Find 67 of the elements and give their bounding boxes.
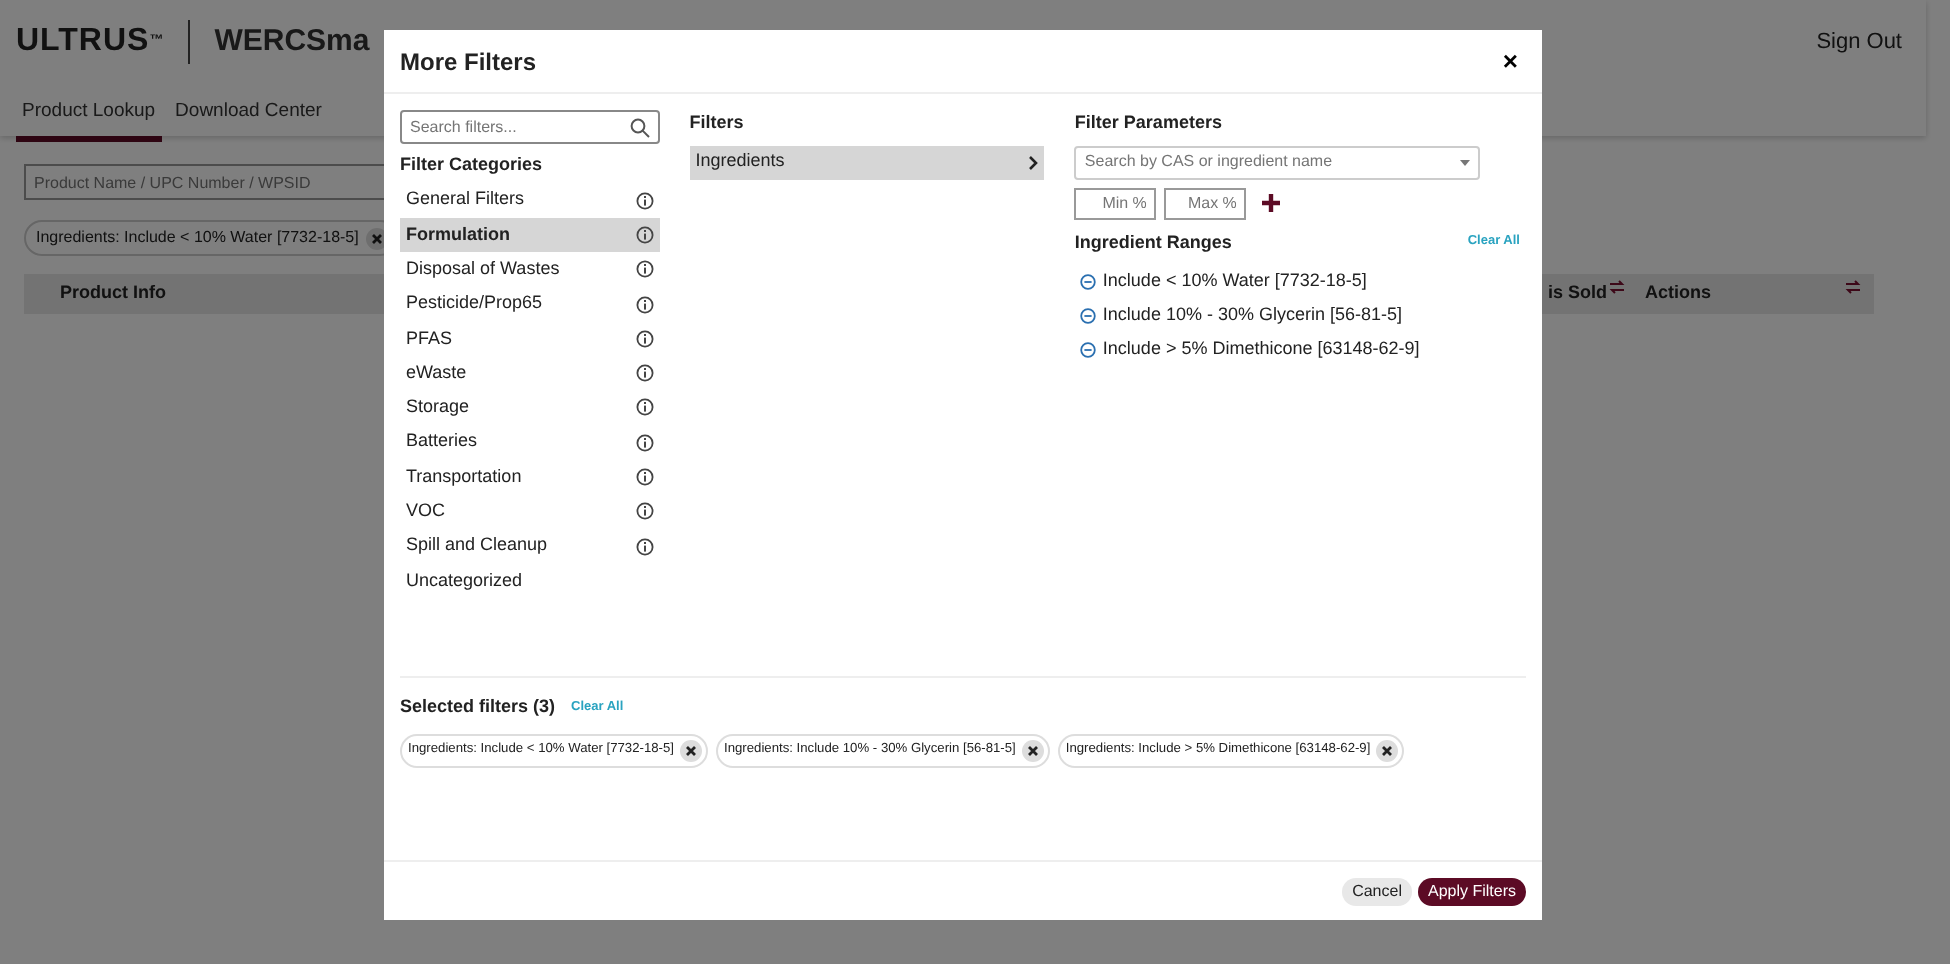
section-heading: Selected filters (3) [400, 694, 556, 720]
info-icon [635, 364, 654, 383]
category-item[interactable]: VOC [400, 494, 660, 529]
range-label: Include 10% - 30% Glycerin [56-81-5] [1102, 301, 1402, 328]
section-heading: Filters [689, 110, 746, 136]
info-icon [635, 433, 654, 452]
info-icon [635, 537, 654, 556]
column-header: Actions [1645, 280, 1712, 307]
info-icon [635, 502, 654, 521]
nav-tab[interactable]: Product Lookup [16, 90, 162, 143]
close-button[interactable]: × [1494, 48, 1526, 74]
search-icon [629, 117, 650, 137]
logo: ULTRUS$^{™}$ [16, 22, 165, 62]
close-icon [686, 745, 696, 755]
column-header: Product Info [60, 280, 166, 307]
search-field[interactable]: Search filters... [410, 115, 630, 139]
sort-arrows-icon [1607, 280, 1626, 295]
column-header[interactable]: is Sold [1548, 280, 1608, 308]
min-percent-field[interactable]: Min % [1074, 187, 1157, 219]
minus-circle-icon[interactable] [1080, 273, 1097, 289]
info-icon [635, 329, 654, 348]
ingredient-select[interactable]: Search by CAS or ingredient name [1074, 145, 1481, 179]
info-icon [635, 295, 654, 314]
search-box[interactable]: Search filters... [400, 110, 660, 144]
dialog-title: More Filters [400, 45, 537, 79]
section-heading: Ingredient Ranges [1074, 229, 1232, 256]
close-icon [1382, 745, 1393, 755]
remove-button[interactable] [680, 739, 702, 761]
category-item[interactable]: Uncategorized [400, 563, 660, 599]
max-percent-field[interactable]: Max % [1164, 187, 1247, 219]
category-item[interactable]: Transportation [400, 459, 660, 495]
remove-button[interactable] [1021, 739, 1044, 761]
minus-circle-icon[interactable] [1080, 341, 1097, 357]
info-icon [635, 468, 654, 487]
app-title: WERCSma [214, 21, 370, 62]
category-item[interactable]: eWaste [400, 355, 660, 391]
filter-item[interactable]: Ingredients [689, 145, 1045, 179]
category-item[interactable]: Pesticide/Prop65 [400, 286, 660, 322]
info-icon [635, 260, 654, 279]
category-item[interactable]: General Filters [400, 183, 660, 218]
info-icon [635, 398, 654, 417]
category-item[interactable]: PFAS [400, 321, 660, 356]
range-label: Include > 5% Dimethicone [63148-62-9] [1102, 335, 1420, 362]
info-icon [635, 191, 654, 210]
remove-button[interactable] [1376, 739, 1399, 761]
minus-circle-icon[interactable] [1080, 307, 1097, 323]
chevron-right-icon [1028, 155, 1039, 169]
apply-button[interactable]: Apply Filters [1417, 877, 1526, 905]
category-item[interactable]: Formulation [400, 217, 660, 253]
info-icon [635, 225, 654, 244]
category-item[interactable]: Batteries [400, 425, 660, 460]
section-heading: Filter Parameters [1074, 110, 1224, 136]
category-item[interactable]: Disposal of Wastes [400, 252, 660, 287]
chip-label: Ingredients: Include < 10% Water [7732-18-5] [36, 226, 359, 250]
range-label: Include < 10% Water [7732-18-5] [1102, 267, 1367, 294]
category-item[interactable]: Storage [400, 390, 660, 426]
plus-icon[interactable] [1262, 194, 1281, 212]
close-icon [1027, 745, 1038, 755]
sort-arrows-icon [1844, 280, 1862, 295]
cancel-button[interactable]: Cancel [1342, 877, 1412, 905]
sign-out-link[interactable]: Sign Out [1816, 25, 1902, 59]
category-item[interactable]: Spill and Cleanup [400, 528, 660, 564]
nav-tab[interactable]: Download Center [169, 90, 328, 143]
section-heading: Filter Categories [400, 152, 545, 178]
close-icon [372, 233, 383, 243]
ingredient-dropdown[interactable]: Search by CAS or ingredient name [1084, 150, 1461, 174]
caret-icon [1460, 159, 1471, 165]
